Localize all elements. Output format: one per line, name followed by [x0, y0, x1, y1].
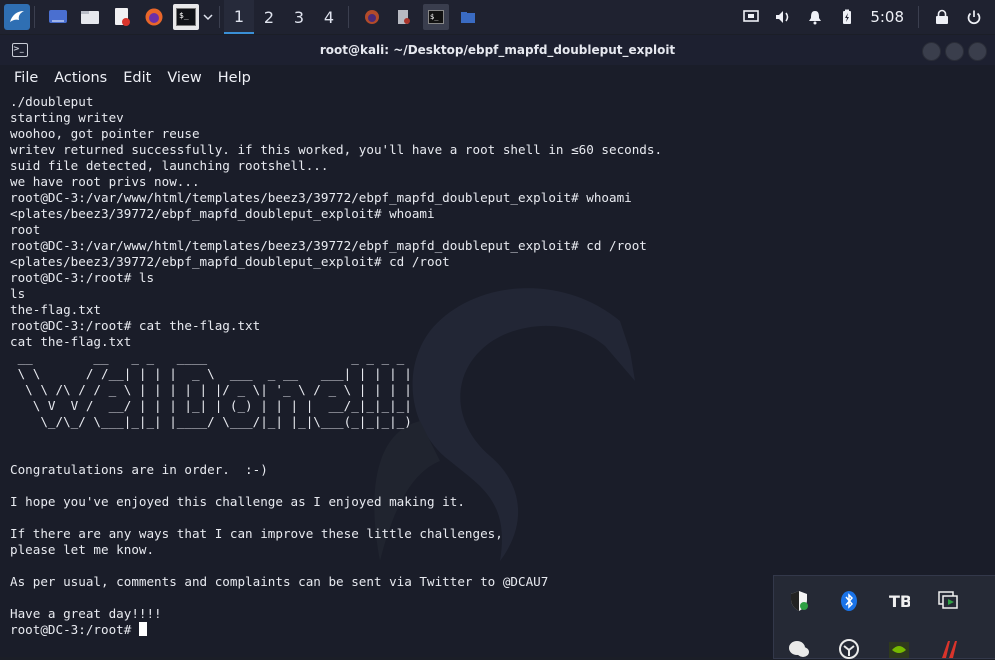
text-editor-icon[interactable] — [109, 4, 135, 30]
terminal-line: writev returned successfully. if this wo… — [10, 142, 663, 157]
power-icon[interactable] — [961, 4, 987, 30]
terminal-line: I hope you've enjoyed this challenge as … — [10, 494, 465, 509]
workspace-1[interactable]: 1 — [224, 0, 254, 34]
terminal-line: woohoo, got pointer reuse — [10, 126, 200, 141]
terminal-line: ls — [10, 286, 26, 301]
panel-separator — [34, 6, 35, 28]
terminal-icon[interactable]: $_ — [173, 4, 199, 30]
workspace-2[interactable]: 2 — [254, 0, 284, 34]
screen-share-icon[interactable] — [938, 590, 960, 612]
terminal-line: Have a great day!!!! — [10, 606, 162, 621]
terminal-task-icon[interactable]: $_ — [423, 4, 449, 30]
lock-icon[interactable] — [929, 4, 955, 30]
svg-text:$_: $_ — [430, 13, 439, 21]
close-button[interactable] — [968, 42, 987, 61]
panel-separator — [219, 6, 220, 28]
editor-task-icon[interactable] — [391, 4, 417, 30]
terminal-output[interactable]: ./doubleput starting writev woohoo, got … — [0, 91, 995, 657]
maximize-button[interactable] — [945, 42, 964, 61]
terminal-line: cat the-flag.txt — [10, 334, 132, 349]
menu-actions[interactable]: Actions — [54, 70, 107, 86]
terminal-line: root@DC-3:/var/www/html/templates/beez3/… — [10, 238, 647, 253]
terminal-line: root@DC-3:/root# cat the-flag.txt — [10, 318, 261, 333]
minimize-button[interactable] — [922, 42, 941, 61]
terminal-line: __ __ _ _ ____ _ _ _ _ — [10, 350, 412, 365]
menu-file[interactable]: File — [14, 70, 38, 86]
terminal-line: we have root privs now... — [10, 174, 200, 189]
system-tray: 5:08 — [732, 0, 995, 34]
terminal-line: <plates/beez3/39772/ebpf_mapfd_doubleput… — [10, 206, 435, 221]
file-manager-icon[interactable] — [77, 4, 103, 30]
terminal-line: root — [10, 222, 41, 237]
window-titlebar[interactable]: >_ root@kali: ~/Desktop/ebpf_mapfd_doubl… — [0, 35, 995, 65]
clock[interactable]: 5:08 — [870, 8, 904, 26]
terminal-text: ./doubleput starting writev woohoo, got … — [10, 94, 662, 638]
terminal-line: please let me know. — [10, 542, 155, 557]
terminal-line: <plates/beez3/39772/ebpf_mapfd_doubleput… — [10, 254, 450, 269]
shield-check-icon[interactable] — [788, 590, 810, 612]
desktop-icon[interactable] — [45, 4, 71, 30]
terminal-line: \ \ /\ / / _ \ | | | | | |/ _ \| '_ \ / … — [10, 382, 412, 397]
terminal-line: \ \ / /__| | | | _ \ ___ _ __ ___| | | |… — [10, 366, 412, 381]
kali-menu-icon[interactable] — [4, 4, 30, 30]
folder-task-icon[interactable] — [455, 4, 481, 30]
terminal-line: ./doubleput — [10, 94, 94, 109]
firefox-task-icon[interactable] — [359, 4, 385, 30]
menu-help[interactable]: Help — [218, 70, 251, 86]
firefox-icon[interactable] — [141, 4, 167, 30]
panel-separator — [918, 6, 919, 28]
svg-text:TB: TB — [889, 592, 910, 611]
display-icon[interactable] — [738, 4, 764, 30]
terminal-line: suid file detected, launching rootshell.… — [10, 158, 329, 173]
terminal-line: If there are any ways that I can improve… — [10, 526, 503, 541]
bluetooth-icon[interactable] — [838, 590, 860, 612]
panel-separator — [348, 6, 349, 28]
terminal-line: root@DC-3:/root# ls — [10, 270, 155, 285]
terminal-line: Congratulations are in order. :-) — [10, 462, 268, 477]
terminal-line: \_/\_/ \___|_|_| |____/ \___/|_| |_|\___… — [10, 414, 412, 429]
terminal-line: the-flag.txt — [10, 302, 101, 317]
terminal-line: starting writev — [10, 110, 124, 125]
menu-edit[interactable]: Edit — [123, 70, 151, 86]
chevron-down-icon[interactable] — [201, 4, 215, 30]
tb-app-icon[interactable]: TB — [888, 590, 910, 612]
terminal-window: >_ root@kali: ~/Desktop/ebpf_mapfd_doubl… — [0, 35, 995, 657]
svg-text:$_: $_ — [179, 11, 189, 20]
battery-icon[interactable] — [834, 4, 860, 30]
terminal-line: As per usual, comments and complaints ca… — [10, 574, 549, 589]
terminal-line: \ V V / __/ | | | |_| | (_) | | | | __/_… — [10, 398, 412, 413]
text-cursor — [138, 622, 147, 636]
terminal-line: root@DC-3:/root# — [10, 622, 139, 637]
window-title: root@kali: ~/Desktop/ebpf_mapfd_doublepu… — [319, 43, 676, 57]
top-panel: $_ 1 2 3 4 $_ 5:08 — [0, 0, 995, 34]
volume-icon[interactable] — [770, 4, 796, 30]
bell-icon[interactable] — [802, 4, 828, 30]
workspace-3[interactable]: 3 — [284, 0, 314, 34]
workspace-4[interactable]: 4 — [314, 0, 344, 34]
menu-view[interactable]: View — [167, 70, 201, 86]
menu-bar: File Actions Edit View Help — [0, 65, 995, 91]
terminal-line: root@DC-3:/var/www/html/templates/beez3/… — [10, 190, 632, 205]
tray-popup: TB — [773, 575, 995, 659]
window-terminal-icon: >_ — [12, 43, 28, 57]
